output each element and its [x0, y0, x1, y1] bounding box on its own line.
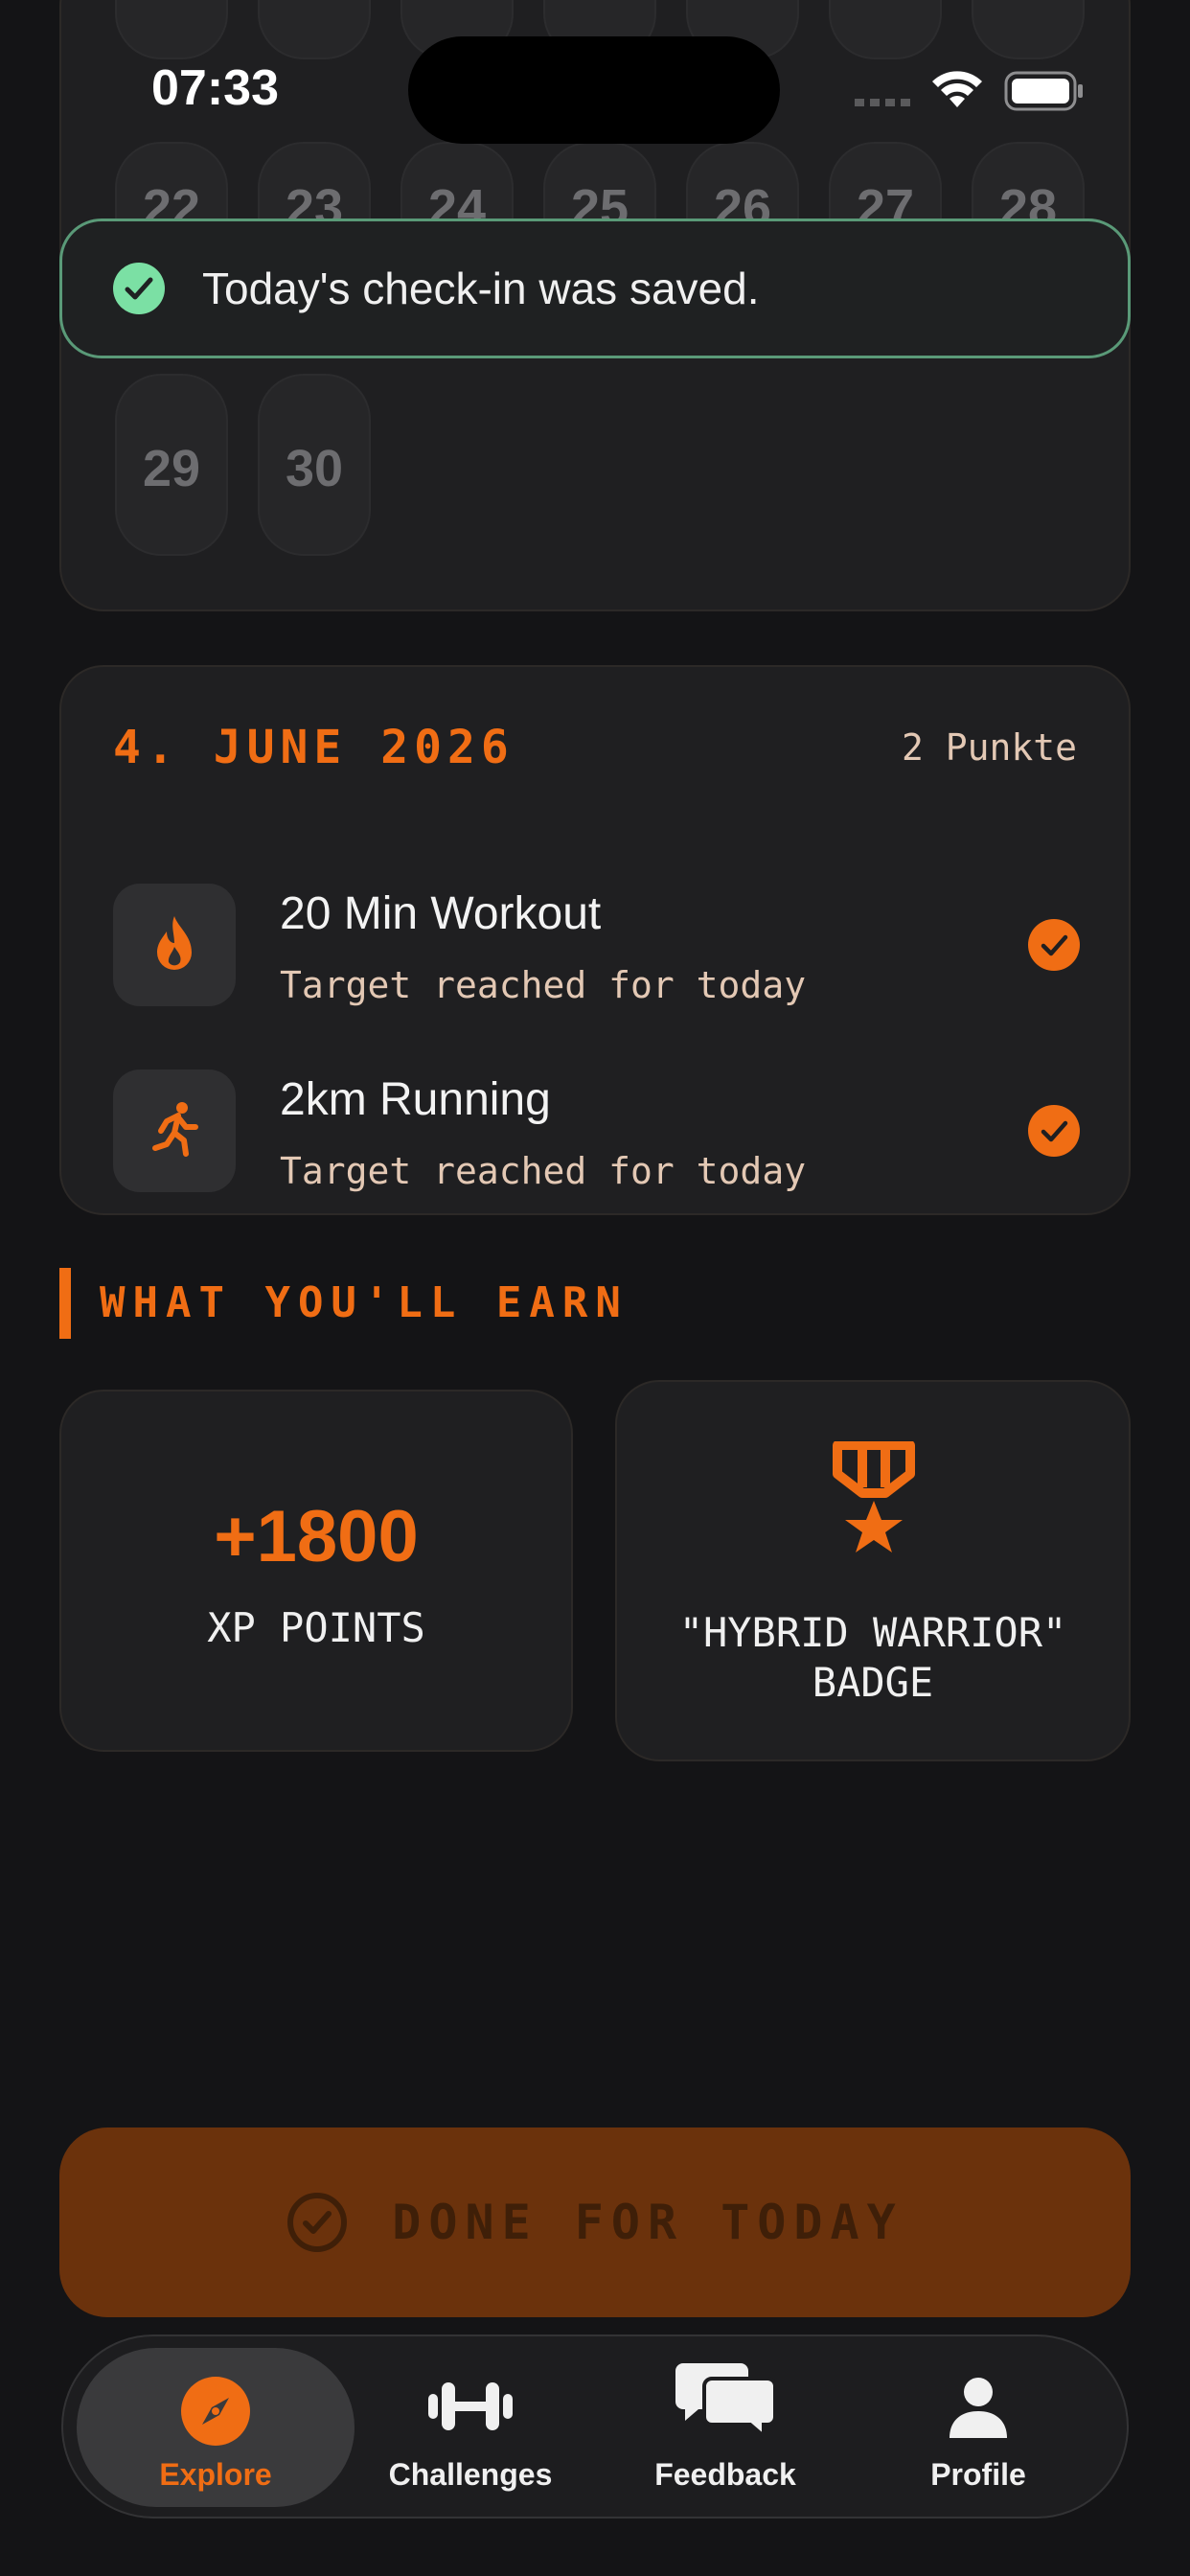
section-accent-bar — [59, 1268, 71, 1339]
tab-bar: Explore Challenges Feedback Profile — [61, 2334, 1129, 2518]
xp-reward-card: +1800 XP POINTS — [59, 1390, 573, 1752]
badge-reward-card: "HYBRID WARRIOR" BADGE — [615, 1380, 1131, 1761]
day-summary-card: 4. JUNE 2026 2 Punkte 20 Min Workout Tar… — [59, 665, 1131, 1215]
task-subtitle: Target reached for today — [280, 964, 807, 1006]
saved-toast: Today's check-in was saved. — [59, 218, 1131, 358]
done-for-today-button[interactable]: DONE FOR TODAY — [59, 2128, 1131, 2317]
tab-challenges[interactable]: Challenges — [332, 2348, 609, 2507]
tab-feedback[interactable]: Feedback — [586, 2348, 864, 2507]
xp-value: +1800 — [214, 1496, 419, 1577]
task-title: 20 Min Workout — [280, 888, 602, 939]
xp-label: XP POINTS — [207, 1604, 425, 1651]
wifi-icon — [932, 71, 982, 107]
tab-label: Profile — [930, 2457, 1026, 2492]
status-time: 07:33 — [151, 60, 279, 116]
badge-label: "HYBRID WARRIOR" BADGE — [678, 1609, 1067, 1706]
tab-explore[interactable]: Explore — [77, 2348, 355, 2507]
flame-icon — [157, 916, 192, 970]
done-button-label: DONE FOR TODAY — [392, 2195, 904, 2250]
task-title: 2km Running — [280, 1074, 551, 1125]
check-circle-outline-icon — [287, 2193, 348, 2252]
tab-label: Feedback — [654, 2457, 796, 2492]
tab-profile[interactable]: Profile — [839, 2348, 1117, 2507]
battery-icon — [1004, 71, 1083, 111]
chat-bubbles-icon — [675, 2363, 775, 2438]
day-date: 4. JUNE 2026 — [113, 721, 515, 774]
dynamic-island — [408, 36, 780, 144]
status-bar: 07:33 — [0, 0, 1190, 153]
task-done-check-icon — [1028, 919, 1080, 971]
check-circle-icon — [113, 263, 165, 314]
task-subtitle: Target reached for today — [280, 1150, 807, 1192]
tab-label: Challenges — [388, 2457, 553, 2492]
toast-message: Today's check-in was saved. — [202, 264, 760, 313]
task-row-workout[interactable]: 20 Min Workout Target reached for today — [113, 884, 1081, 1008]
compass-icon — [181, 2377, 250, 2446]
cellular-signal-icon — [855, 99, 912, 106]
tab-label: Explore — [159, 2457, 272, 2492]
task-row-running[interactable]: 2km Running Target reached for today — [113, 1070, 1081, 1194]
running-icon — [152, 1102, 198, 1157]
person-icon — [950, 2378, 1007, 2438]
calendar-day[interactable]: 30 — [258, 374, 371, 556]
section-title: WHAT YOU'LL EARN — [100, 1278, 629, 1327]
task-done-check-icon — [1028, 1105, 1080, 1157]
medal-icon — [833, 1441, 915, 1552]
calendar-day[interactable]: 29 — [115, 374, 228, 556]
dumbbell-icon — [428, 2382, 513, 2430]
day-points: 2 Punkte — [901, 726, 1077, 769]
